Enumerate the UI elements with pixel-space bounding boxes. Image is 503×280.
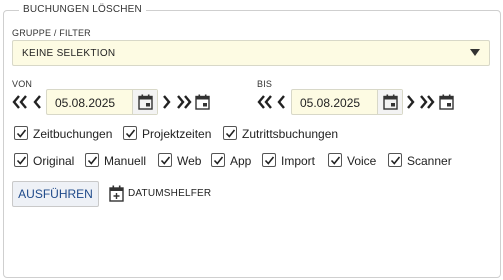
- date-helper-link[interactable]: DATUMSHELFER: [128, 188, 211, 199]
- filter-selected-value: KEINE SELEKTION: [22, 48, 116, 59]
- checkbox-zutrittsbuchungen[interactable]: [223, 126, 237, 140]
- dropdown-arrow-icon: [470, 49, 480, 56]
- checkbox-label-web: Web: [177, 154, 202, 168]
- from-date-input[interactable]: 05.08.2025: [46, 89, 158, 115]
- checkmark-icon: [330, 156, 341, 165]
- checkbox-voice[interactable]: [328, 153, 342, 167]
- execute-button[interactable]: AUSFÜHREN: [12, 181, 99, 207]
- from-forward-icon[interactable]: [162, 95, 172, 109]
- checkbox-scanner[interactable]: [388, 153, 402, 167]
- from-calendar-button[interactable]: [132, 90, 157, 114]
- checkbox-label-zutrittsbuchungen: Zutrittsbuchungen: [242, 127, 339, 141]
- to-date-value: 05.08.2025: [300, 96, 361, 110]
- from-back-icon[interactable]: [32, 95, 42, 109]
- checkmark-icon: [264, 156, 275, 165]
- checkbox-original[interactable]: [14, 153, 28, 167]
- checkbox-label-original: Original: [33, 154, 75, 168]
- checkmark-icon: [160, 156, 171, 165]
- to-calendar-button[interactable]: [377, 90, 402, 114]
- calendar-icon: [138, 94, 153, 110]
- checkbox-label-scanner: Scanner: [407, 154, 452, 168]
- to-fast-forward-icon[interactable]: [419, 95, 435, 109]
- checkmark-icon: [225, 129, 236, 138]
- checkbox-label-import: Import: [281, 154, 316, 168]
- checkmark-icon: [125, 129, 136, 138]
- checkbox-projektzeiten[interactable]: [123, 126, 137, 140]
- checkbox-label-voice: Voice: [347, 154, 377, 168]
- to-forward-icon[interactable]: [406, 95, 416, 109]
- from-date-value: 05.08.2025: [55, 96, 116, 110]
- filter-label: GRUPPE / FILTER: [12, 28, 91, 38]
- checkbox-zeitbuchungen[interactable]: [14, 126, 28, 140]
- checkbox-label-app: App: [230, 154, 252, 168]
- section-title: BUCHUNGEN LÖSCHEN: [19, 4, 146, 15]
- filter-select[interactable]: KEINE SELEKTION: [12, 40, 490, 66]
- to-today-icon[interactable]: [439, 94, 454, 110]
- checkbox-app[interactable]: [211, 153, 225, 167]
- checkmark-icon: [16, 156, 27, 165]
- to-fast-back-icon[interactable]: [257, 95, 273, 109]
- checkbox-manuell[interactable]: [85, 153, 99, 167]
- from-fast-back-icon[interactable]: [12, 95, 28, 109]
- checkmark-icon: [87, 156, 98, 165]
- checkbox-web[interactable]: [158, 153, 172, 167]
- checkbox-import[interactable]: [262, 153, 276, 167]
- from-fast-forward-icon[interactable]: [176, 95, 192, 109]
- checkmark-icon: [213, 156, 224, 165]
- checkbox-label-manuell: Manuell: [104, 154, 147, 168]
- checkmark-icon: [16, 129, 27, 138]
- checkmark-icon: [390, 156, 401, 165]
- date-helper-icon[interactable]: [109, 185, 124, 202]
- to-date-input[interactable]: 05.08.2025: [291, 89, 403, 115]
- to-back-icon[interactable]: [276, 95, 286, 109]
- from-today-icon[interactable]: [195, 94, 210, 110]
- checkbox-label-projektzeiten: Projektzeiten: [142, 127, 212, 141]
- checkbox-label-zeitbuchungen: Zeitbuchungen: [33, 127, 113, 141]
- calendar-icon: [383, 94, 398, 110]
- to-label: BIS: [257, 79, 273, 89]
- from-label: VON: [12, 79, 33, 89]
